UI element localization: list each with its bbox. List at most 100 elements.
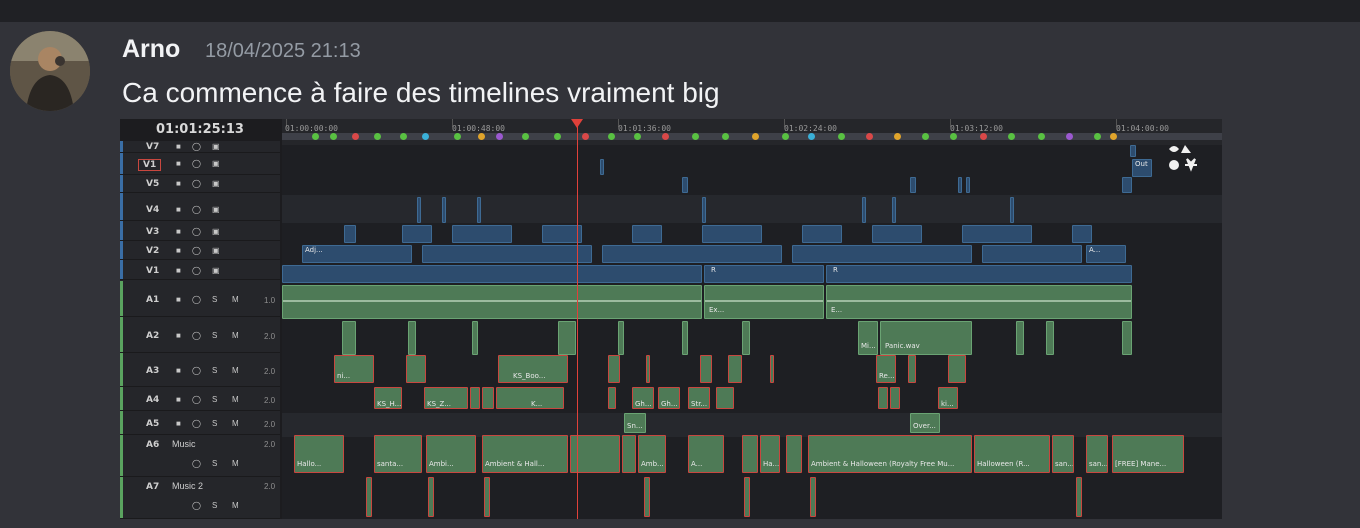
timeline-marker[interactable] (400, 133, 407, 140)
audio-clip[interactable] (1076, 477, 1082, 517)
audio-clip[interactable] (484, 477, 490, 517)
eye-icon[interactable]: ◯ (192, 459, 201, 468)
video-clip[interactable] (344, 225, 356, 243)
audio-clip[interactable]: Mi... (858, 321, 878, 355)
eye-icon[interactable]: ◯ (192, 142, 201, 151)
audio-clip[interactable]: Str... (688, 387, 710, 409)
track-name[interactable]: Music 2 (172, 481, 203, 491)
video-clip[interactable]: Out (1132, 159, 1152, 177)
audio-clip[interactable] (1122, 321, 1132, 355)
mute-icon[interactable]: M (232, 459, 239, 468)
timeline-marker[interactable] (922, 133, 929, 140)
timeline-marker[interactable] (554, 133, 561, 140)
audio-clip[interactable]: ni... (334, 355, 374, 383)
timeline-marker[interactable] (478, 133, 485, 140)
timeline-marker[interactable] (634, 133, 641, 140)
track-header-v5[interactable]: V5 ■ ◯ ▣ (120, 175, 280, 193)
lock-icon[interactable]: ■ (176, 159, 181, 168)
audio-clip[interactable]: E... (826, 285, 1132, 319)
audio-clip[interactable]: Ambient & Hall... (482, 435, 568, 473)
solo-icon[interactable]: S (212, 331, 217, 340)
solo-icon[interactable]: S (212, 366, 217, 375)
audio-clip[interactable] (878, 387, 888, 409)
audio-clip[interactable]: Ambi... (426, 435, 476, 473)
mute-icon[interactable]: M (232, 501, 239, 510)
track-header-a1[interactable]: A1 ■ ◯ S M 1.0 (120, 281, 280, 317)
audio-clip[interactable] (948, 355, 966, 383)
track-header-v3[interactable]: V3 ■ ◯ ▣ (120, 221, 280, 241)
timeline-marker[interactable] (352, 133, 359, 140)
audio-clip[interactable] (644, 477, 650, 517)
timeline-marker[interactable] (330, 133, 337, 140)
eye-icon[interactable]: ◯ (192, 395, 201, 404)
audio-clip[interactable]: Hallo... (294, 435, 344, 473)
lock-icon[interactable]: ■ (176, 205, 181, 214)
video-clip[interactable] (452, 225, 512, 243)
video-clip[interactable] (982, 245, 1082, 263)
audio-clip[interactable] (890, 387, 900, 409)
audio-clip[interactable] (282, 285, 702, 319)
audio-clip[interactable] (682, 321, 688, 355)
track-header-a7[interactable]: A7 Music 2 2.0 ◯ S M (120, 477, 280, 519)
timeline-marker[interactable] (980, 133, 987, 140)
eye-icon[interactable]: ◯ (192, 179, 201, 188)
audio-clip[interactable]: san... (1052, 435, 1074, 473)
video-clip[interactable] (477, 197, 481, 223)
video-clip[interactable] (422, 245, 592, 263)
audio-clip[interactable] (622, 435, 636, 473)
audio-clip[interactable] (786, 435, 802, 473)
audio-clip[interactable]: Amb... (638, 435, 666, 473)
track-header-a6[interactable]: A6 Music 2.0 ◯ S M (120, 435, 280, 477)
audio-clip[interactable] (908, 355, 916, 383)
video-clip[interactable]: R (704, 265, 824, 283)
timeline-screenshot[interactable]: 01:01:25:13 01:00:00:00 01:00:48:00 01:0… (120, 119, 1222, 519)
monitor-icon[interactable]: ▣ (212, 159, 220, 168)
lock-icon[interactable]: ■ (176, 179, 181, 188)
video-clip[interactable] (1122, 177, 1132, 193)
video-clip[interactable] (600, 159, 604, 175)
timeline-marker[interactable] (722, 133, 729, 140)
audio-clip[interactable]: san... (1086, 435, 1108, 473)
audio-clip[interactable] (618, 321, 624, 355)
playhead[interactable] (577, 119, 578, 519)
audio-clip[interactable]: A... (688, 435, 724, 473)
eye-icon[interactable]: ◯ (192, 331, 201, 340)
lock-icon[interactable]: ■ (176, 142, 181, 151)
timeline-marker[interactable] (894, 133, 901, 140)
track-header-a2[interactable]: A2 ■ ◯ S M 2.0 (120, 317, 280, 353)
eye-icon[interactable]: ◯ (192, 419, 201, 428)
timeline-marker[interactable] (374, 133, 381, 140)
solo-icon[interactable]: S (212, 295, 217, 304)
track-header-v4[interactable]: V4 ■ ◯ ▣ (120, 193, 280, 221)
solo-icon[interactable]: S (212, 395, 217, 404)
video-clip[interactable] (442, 197, 446, 223)
timeline-marker[interactable] (1038, 133, 1045, 140)
audio-clip[interactable] (342, 321, 356, 355)
video-clip[interactable] (1010, 197, 1014, 223)
video-clip[interactable] (682, 177, 688, 193)
timeline-marker[interactable] (808, 133, 815, 140)
audio-clip[interactable]: Halloween (R... (974, 435, 1050, 473)
video-clip[interactable] (872, 225, 922, 243)
mute-icon[interactable]: M (232, 331, 239, 340)
timeline-marker[interactable] (496, 133, 503, 140)
playhead-handle[interactable] (571, 119, 583, 128)
audio-clip[interactable] (1016, 321, 1024, 355)
timeline-marker[interactable] (950, 133, 957, 140)
audio-clip[interactable] (482, 387, 494, 409)
audio-clip[interactable]: [FREE] Mane... (1112, 435, 1184, 473)
timeline-marker[interactable] (838, 133, 845, 140)
timeline-marker[interactable] (752, 133, 759, 140)
audio-clip[interactable] (406, 355, 426, 383)
video-clip[interactable] (862, 197, 866, 223)
eye-icon[interactable]: ◯ (192, 266, 201, 275)
video-clip[interactable] (602, 245, 782, 263)
lock-icon[interactable]: ■ (176, 395, 181, 404)
monitor-icon[interactable]: ▣ (212, 227, 220, 236)
audio-clip[interactable] (646, 355, 650, 383)
video-clip[interactable]: Adj... (302, 245, 412, 263)
audio-clip[interactable]: KS_Z... (424, 387, 468, 409)
video-clip[interactable] (702, 197, 706, 223)
track-header-a4[interactable]: A4 ■ ◯ S M 2.0 (120, 387, 280, 411)
audio-clip[interactable] (408, 321, 416, 355)
